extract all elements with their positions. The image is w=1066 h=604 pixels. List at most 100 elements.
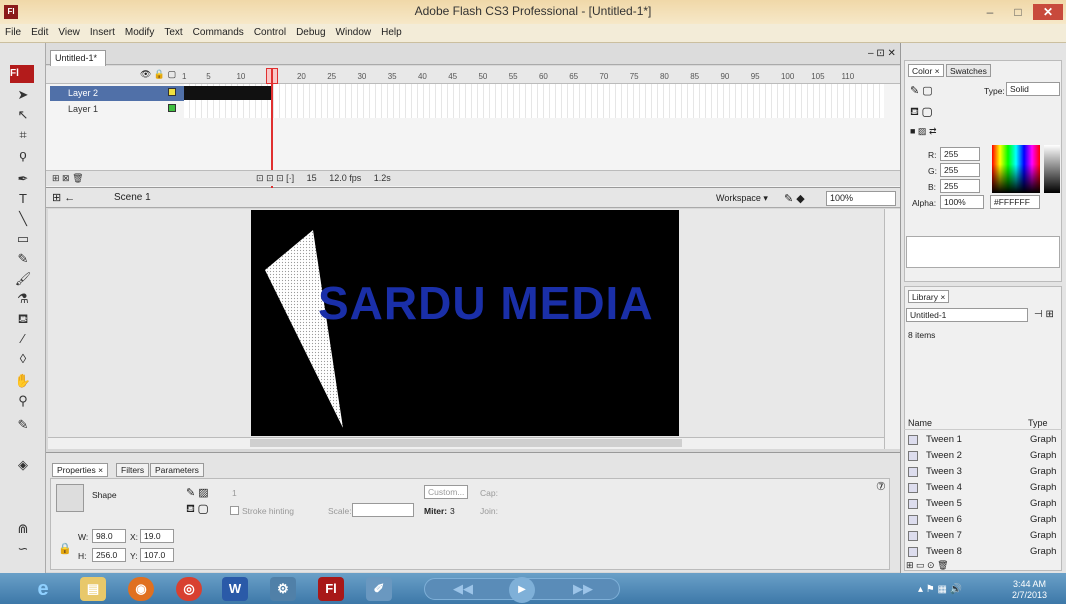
- library-footer-icons[interactable]: ⊞ ▭ ⊙ 🗑: [906, 560, 949, 571]
- tab-color[interactable]: Color ×: [908, 64, 944, 77]
- layer-row[interactable]: Layer 1: [50, 102, 184, 117]
- list-item[interactable]: Tween 6 Graph: [906, 513, 1062, 528]
- scene-name[interactable]: Scene 1: [114, 192, 151, 203]
- vertical-scrollbar[interactable]: [884, 209, 900, 449]
- red-field[interactable]: 255: [940, 147, 980, 161]
- alpha-field[interactable]: 100%: [940, 195, 984, 209]
- list-item[interactable]: Tween 8 Graph: [906, 545, 1062, 560]
- list-item[interactable]: Tween 5 Graph: [906, 497, 1062, 512]
- next-icon[interactable]: ▶▶: [573, 581, 593, 597]
- swap-colors-icon[interactable]: ■ ▨ ⇄: [910, 126, 936, 137]
- menu-text[interactable]: Text: [159, 24, 187, 38]
- ie-icon[interactable]: e: [30, 577, 56, 601]
- layer-row[interactable]: Layer 2: [50, 86, 184, 101]
- zoom-select[interactable]: 100%: [826, 191, 896, 206]
- onion-skin-icons[interactable]: ⊡ ⊡ ⊡ [·]: [256, 173, 294, 183]
- word-icon[interactable]: W: [222, 577, 248, 601]
- brush-icon[interactable]: 🖌: [12, 269, 34, 289]
- play-icon[interactable]: ▶: [509, 577, 535, 603]
- stroke-color-icon[interactable]: ✎ ▢: [910, 84, 933, 97]
- tab-library[interactable]: Library ×: [908, 290, 950, 303]
- tab-parameters[interactable]: Parameters: [150, 463, 204, 477]
- tab-filters[interactable]: Filters: [116, 463, 150, 477]
- menu-insert[interactable]: Insert: [85, 24, 120, 38]
- fill-color-icon[interactable]: ◈: [12, 455, 34, 475]
- clock[interactable]: 3:44 AM 2/7/2013: [1012, 579, 1047, 601]
- menu-commands[interactable]: Commands: [188, 24, 249, 38]
- x-field[interactable]: 19.0: [140, 529, 174, 543]
- color-spectrum[interactable]: [992, 145, 1040, 193]
- menu-file[interactable]: File: [0, 24, 26, 38]
- eyedropper-icon[interactable]: ⁄: [12, 329, 34, 349]
- y-field[interactable]: 107.0: [140, 548, 174, 562]
- miter-value[interactable]: 3: [450, 506, 455, 516]
- keyframe-span[interactable]: [184, 86, 272, 100]
- panel-controls-icon[interactable]: – ⊡ ✕: [868, 48, 896, 59]
- timeline-ruler[interactable]: 1510152025303540455055606570758085909510…: [182, 68, 882, 84]
- custom-button[interactable]: Custom...: [424, 485, 468, 499]
- layer-outline-color[interactable]: [168, 104, 176, 112]
- menu-window[interactable]: Window: [331, 24, 377, 38]
- stroke-width[interactable]: 1: [232, 488, 237, 498]
- flash-icon[interactable]: Fl: [318, 577, 344, 601]
- tab-properties[interactable]: Properties ×: [52, 463, 109, 477]
- scale-select[interactable]: [352, 503, 414, 517]
- menu-debug[interactable]: Debug: [291, 24, 330, 38]
- paint-bucket-icon[interactable]: ⛾: [12, 309, 34, 329]
- add-layer-icon[interactable]: ⊞ ⊠ 🗑: [52, 173, 84, 183]
- pencil-icon[interactable]: ✎: [12, 249, 34, 269]
- chrome-icon[interactable]: ◎: [176, 577, 202, 601]
- pin-library-icon[interactable]: ⊣ ⊞: [1034, 309, 1054, 320]
- fill-color-icon[interactable]: ⛾ ▢: [186, 503, 208, 517]
- layer-outline-color[interactable]: [168, 88, 176, 96]
- stroke-color-icon[interactable]: ✎ ▨: [186, 486, 209, 499]
- smooth-icon[interactable]: ∽: [12, 539, 34, 559]
- explorer-icon[interactable]: ▤: [80, 577, 106, 601]
- rectangle-icon[interactable]: ▭: [12, 229, 34, 249]
- paint-icon[interactable]: ✐: [366, 577, 392, 601]
- tab-swatches[interactable]: Swatches: [946, 64, 991, 77]
- width-field[interactable]: 98.0: [92, 529, 126, 543]
- list-item[interactable]: Tween 7 Graph: [906, 529, 1062, 544]
- library-document-select[interactable]: Untitled-1: [906, 308, 1028, 322]
- edit-bar-back-icon[interactable]: ⊞ ←: [52, 191, 75, 204]
- menu-edit[interactable]: Edit: [26, 24, 53, 38]
- minimize-button[interactable]: –: [978, 4, 1002, 20]
- stroke-hinting-checkbox[interactable]: [230, 506, 239, 515]
- zoom-icon[interactable]: ⚲: [12, 391, 34, 411]
- system-tray-icons[interactable]: ▴ ⚑ ▦ 🔊: [918, 584, 962, 595]
- list-item[interactable]: Tween 3 Graph: [906, 465, 1062, 480]
- list-item[interactable]: Tween 1 Graph: [906, 433, 1062, 448]
- text-icon[interactable]: T: [12, 189, 34, 209]
- settings-icon[interactable]: ⚙: [270, 577, 296, 601]
- stroke-color-icon[interactable]: ✎: [12, 415, 34, 435]
- hex-field[interactable]: #FFFFFF: [990, 195, 1040, 209]
- edit-symbols-icon[interactable]: ✎ ◆: [784, 192, 805, 205]
- stage-text[interactable]: SARDU MEDIA: [318, 276, 654, 330]
- menu-view[interactable]: View: [53, 24, 85, 38]
- timeline-frames[interactable]: [184, 84, 884, 118]
- name-column-header[interactable]: Name: [908, 418, 932, 428]
- lock-icon[interactable]: 🔒: [58, 542, 72, 555]
- brightness-slider[interactable]: [1044, 145, 1060, 193]
- eraser-icon[interactable]: ◊: [12, 349, 34, 369]
- height-field[interactable]: 256.0: [92, 548, 126, 562]
- workspace-dropdown[interactable]: Workspace ▾: [716, 193, 768, 204]
- list-item[interactable]: Tween 4 Graph: [906, 481, 1062, 496]
- layer-visibility-icons[interactable]: 👁 🔒 ▢: [140, 69, 176, 80]
- menu-control[interactable]: Control: [249, 24, 291, 38]
- list-item[interactable]: Tween 2 Graph: [906, 449, 1062, 464]
- blue-field[interactable]: 255: [940, 179, 980, 193]
- arrow-icon[interactable]: ➤: [12, 85, 34, 105]
- fill-color-icon[interactable]: ⛾ ▢: [910, 106, 932, 120]
- menu-modify[interactable]: Modify: [120, 24, 159, 38]
- green-field[interactable]: 255: [940, 163, 980, 177]
- previous-icon[interactable]: ◀◀: [453, 581, 473, 597]
- free-transform-icon[interactable]: ⌗: [12, 125, 34, 145]
- maximize-button[interactable]: □: [1006, 4, 1030, 20]
- hand-icon[interactable]: ✋: [12, 371, 34, 391]
- subselect-icon[interactable]: ↖: [12, 105, 34, 125]
- horizontal-scroll-thumb[interactable]: [250, 439, 682, 447]
- line-icon[interactable]: ╲: [12, 209, 34, 229]
- menu-help[interactable]: Help: [376, 24, 407, 38]
